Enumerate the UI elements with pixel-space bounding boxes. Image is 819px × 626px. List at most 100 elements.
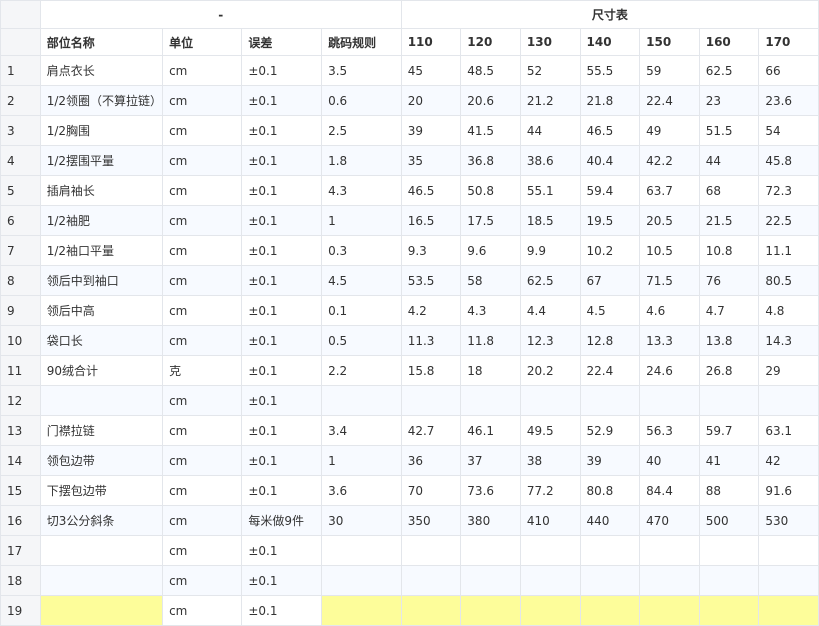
cell-size-value[interactable]: 10.8 — [698, 235, 760, 266]
cell-tolerance[interactable]: ±0.1 — [241, 145, 323, 176]
cell-size-value[interactable] — [460, 595, 521, 626]
cell-size-value[interactable]: 11.1 — [758, 235, 819, 266]
cell-tolerance[interactable]: ±0.1 — [241, 595, 323, 626]
cell-unit[interactable]: cm — [162, 175, 243, 206]
cell-part-name[interactable]: 领后中高 — [39, 295, 164, 326]
cell-tolerance[interactable]: ±0.1 — [241, 325, 323, 356]
cell-size-value[interactable]: 13.3 — [639, 325, 700, 356]
cell-size-value[interactable]: 62.5 — [519, 265, 581, 296]
cell-size-value[interactable]: 46.5 — [579, 115, 641, 146]
row-index[interactable]: 17 — [0, 535, 41, 566]
cell-grade-rule[interactable]: 0.6 — [321, 85, 402, 116]
cell-size-value[interactable] — [579, 535, 641, 566]
cell-size-value[interactable]: 20.6 — [460, 85, 521, 116]
cell-grade-rule[interactable]: 0.3 — [321, 235, 402, 266]
cell-tolerance[interactable]: ±0.1 — [241, 445, 323, 476]
cell-size-value[interactable]: 38.6 — [519, 145, 581, 176]
cell-grade-rule[interactable]: 0.5 — [321, 325, 402, 356]
cell-grade-rule[interactable]: 4.3 — [321, 175, 402, 206]
cell-size-value[interactable]: 48.5 — [460, 55, 521, 86]
cell-size-value[interactable]: 67 — [579, 265, 641, 296]
cell-part-name[interactable] — [39, 385, 164, 416]
cell-size-value[interactable]: 9.6 — [460, 235, 521, 266]
cell-part-name[interactable] — [39, 535, 164, 566]
cell-size-value[interactable]: 470 — [639, 505, 700, 536]
cell-size-value[interactable] — [400, 565, 462, 596]
cell-size-value[interactable]: 410 — [519, 505, 581, 536]
cell-size-value[interactable]: 10.2 — [579, 235, 641, 266]
cell-part-name[interactable] — [39, 595, 164, 626]
cell-size-value[interactable]: 42.7 — [400, 415, 462, 446]
cell-size-value[interactable]: 56.3 — [639, 415, 700, 446]
cell-grade-rule[interactable]: 2.5 — [321, 115, 402, 146]
cell-size-value[interactable]: 20.5 — [639, 205, 700, 236]
cell-size-value[interactable]: 35 — [400, 145, 462, 176]
cell-unit[interactable]: cm — [162, 145, 243, 176]
cell-part-name[interactable]: 领后中到袖口 — [39, 265, 164, 296]
cell-size-value[interactable]: 4.5 — [579, 295, 641, 326]
cell-size-value[interactable]: 40.4 — [579, 145, 641, 176]
group-header-size-chart[interactable]: 尺寸表 — [400, 0, 819, 29]
row-index[interactable]: 12 — [0, 385, 41, 416]
cell-size-value[interactable] — [519, 595, 581, 626]
cell-size-value[interactable]: 39 — [579, 445, 641, 476]
cell-unit[interactable]: cm — [162, 505, 243, 536]
cell-size-value[interactable]: 91.6 — [758, 475, 819, 506]
cell-size-value[interactable]: 80.8 — [579, 475, 641, 506]
cell-size-value[interactable]: 76 — [698, 265, 760, 296]
cell-part-name[interactable]: 门襟拉链 — [39, 415, 164, 446]
cell-size-value[interactable]: 62.5 — [698, 55, 760, 86]
header-size-120[interactable]: 120 — [460, 28, 521, 56]
cell-part-name[interactable]: 1/2领圈（不算拉链） — [39, 85, 164, 116]
cell-size-value[interactable]: 55.5 — [579, 55, 641, 86]
cell-unit[interactable]: cm — [162, 205, 243, 236]
cell-tolerance[interactable]: ±0.1 — [241, 205, 323, 236]
cell-grade-rule[interactable] — [321, 595, 402, 626]
header-grade-rule[interactable]: 跳码规则 — [321, 28, 402, 56]
cell-part-name[interactable]: 1/2袖口平量 — [39, 235, 164, 266]
cell-size-value[interactable]: 63.1 — [758, 415, 819, 446]
cell-size-value[interactable]: 51.5 — [698, 115, 760, 146]
cell-size-value[interactable]: 52.9 — [579, 415, 641, 446]
row-index[interactable]: 8 — [0, 265, 41, 296]
cell-tolerance[interactable]: ±0.1 — [241, 415, 323, 446]
cell-size-value[interactable] — [698, 385, 760, 416]
cell-unit[interactable]: cm — [162, 595, 243, 626]
row-index[interactable]: 4 — [0, 145, 41, 176]
cell-unit[interactable]: cm — [162, 295, 243, 326]
cell-size-value[interactable] — [460, 535, 521, 566]
cell-tolerance[interactable]: ±0.1 — [241, 295, 323, 326]
cell-part-name[interactable]: 1/2胸围 — [39, 115, 164, 146]
cell-unit[interactable]: cm — [162, 115, 243, 146]
cell-tolerance[interactable]: ±0.1 — [241, 475, 323, 506]
cell-size-value[interactable]: 55.1 — [519, 175, 581, 206]
cell-size-value[interactable]: 29 — [758, 355, 819, 386]
cell-tolerance[interactable]: ±0.1 — [241, 55, 323, 86]
cell-grade-rule[interactable]: 3.6 — [321, 475, 402, 506]
cell-size-value[interactable]: 46.1 — [460, 415, 521, 446]
cell-size-value[interactable]: 4.7 — [698, 295, 760, 326]
cell-size-value[interactable]: 18 — [460, 355, 521, 386]
cell-grade-rule[interactable] — [321, 385, 402, 416]
cell-unit[interactable]: cm — [162, 535, 243, 566]
cell-size-value[interactable] — [400, 595, 462, 626]
row-index[interactable]: 18 — [0, 565, 41, 596]
row-index[interactable]: 2 — [0, 85, 41, 116]
row-index[interactable]: 14 — [0, 445, 41, 476]
cell-size-value[interactable]: 36.8 — [460, 145, 521, 176]
cell-size-value[interactable] — [460, 565, 521, 596]
cell-size-value[interactable] — [758, 535, 819, 566]
header-size-170[interactable]: 170 — [758, 28, 819, 56]
cell-grade-rule[interactable]: 2.2 — [321, 355, 402, 386]
row-index[interactable]: 6 — [0, 205, 41, 236]
cell-size-value[interactable]: 52 — [519, 55, 581, 86]
cell-size-value[interactable]: 17.5 — [460, 205, 521, 236]
cell-tolerance[interactable]: 每米做9件 — [241, 505, 323, 536]
cell-size-value[interactable]: 500 — [698, 505, 760, 536]
cell-part-name[interactable]: 1/2摆围平量 — [39, 145, 164, 176]
cell-size-value[interactable] — [400, 535, 462, 566]
cell-size-value[interactable] — [639, 385, 700, 416]
cell-size-value[interactable]: 18.5 — [519, 205, 581, 236]
cell-size-value[interactable] — [758, 565, 819, 596]
cell-tolerance[interactable]: ±0.1 — [241, 535, 323, 566]
